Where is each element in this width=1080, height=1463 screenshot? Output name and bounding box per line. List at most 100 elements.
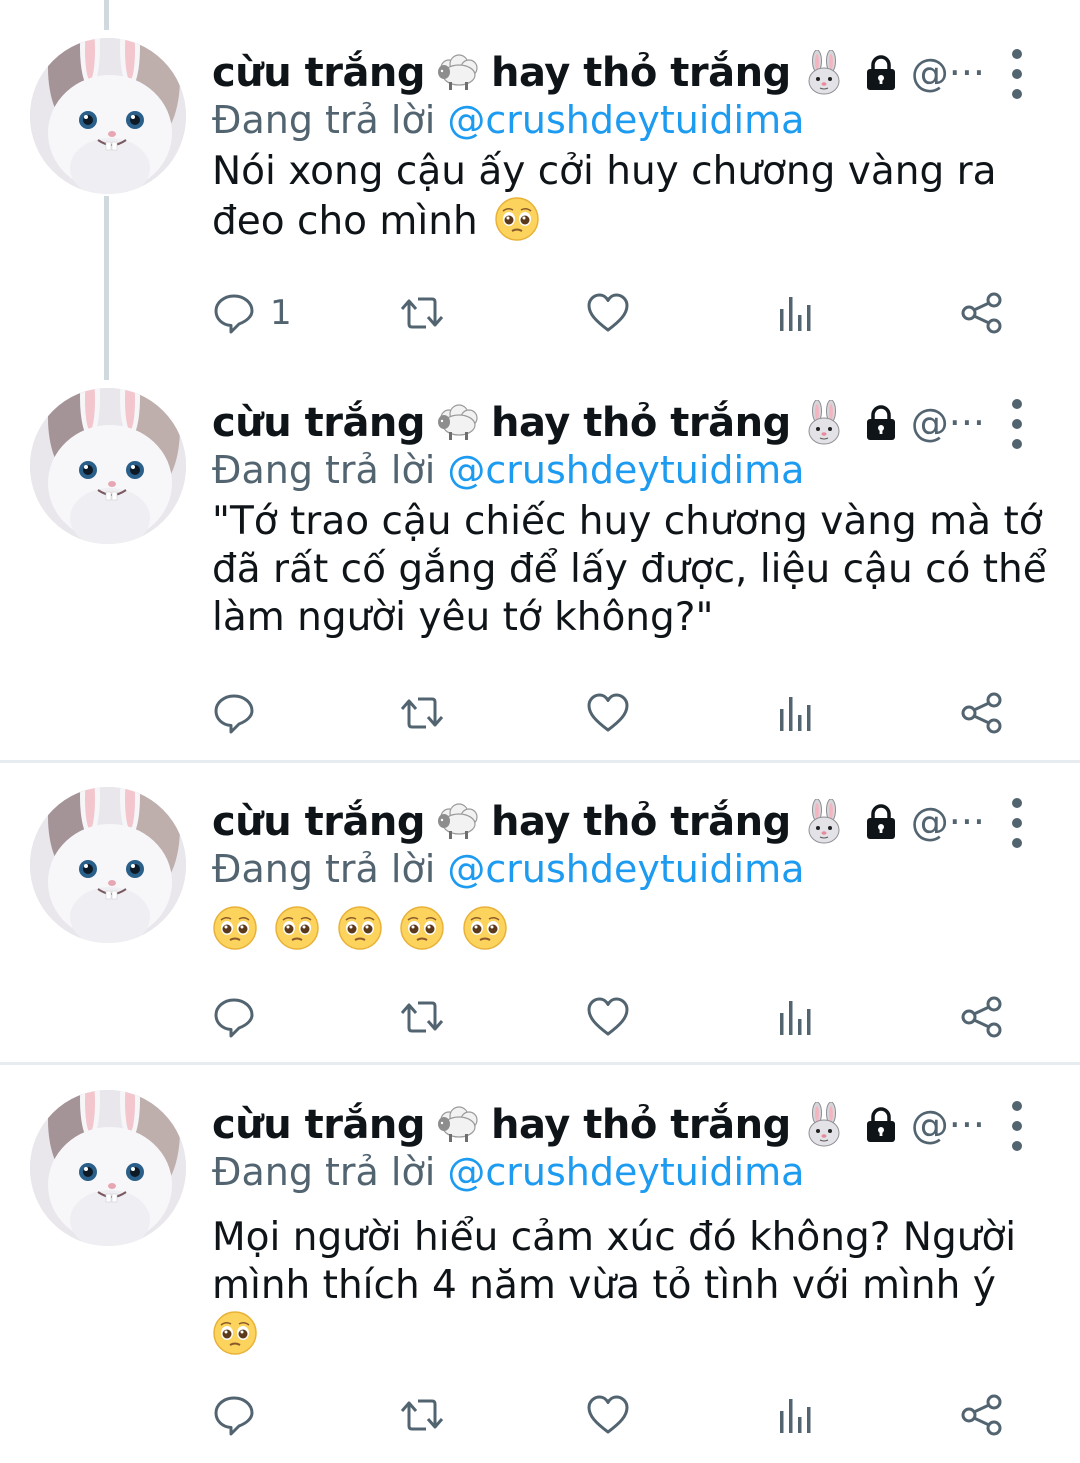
mention-link[interactable]: @crushdeytuidima [447, 1150, 804, 1194]
display-name-part-1: cừu trắng [212, 400, 426, 446]
views-button[interactable] [774, 688, 818, 738]
tweet-divider [0, 1062, 1080, 1065]
action-bar: 1 [212, 288, 1012, 338]
author-row[interactable]: cừu trắng hay thỏ trắng @··· [212, 791, 1062, 853]
more-options-icon[interactable] [1005, 1096, 1029, 1156]
heart-icon [586, 691, 630, 735]
share-button[interactable] [960, 992, 1004, 1042]
display-name-part-1: cừu trắng [212, 50, 426, 96]
display-name-part-1: cừu trắng [212, 1102, 426, 1148]
analytics-icon [774, 995, 818, 1039]
reply-button[interactable] [212, 1390, 256, 1440]
retweet-button[interactable] [400, 992, 444, 1042]
rabbit-emoji-icon [801, 799, 847, 845]
mention-link[interactable]: @crushdeytuidima [447, 448, 804, 492]
reply-icon [212, 1393, 256, 1437]
avatar[interactable] [30, 1090, 186, 1246]
views-button[interactable] [774, 992, 818, 1042]
share-icon [960, 691, 1004, 735]
display-name-part-2: hay thỏ trắng [491, 1102, 791, 1148]
tweet-1[interactable]: cừu trắng hay thỏ trắng @··· Đang trả lờ… [0, 38, 1080, 338]
tweet-text: "Tớ trao cậu chiếc huy chương vàng mà tớ… [212, 498, 1052, 642]
share-button[interactable] [960, 288, 1004, 338]
reply-icon [212, 291, 256, 335]
rabbit-emoji-icon [801, 50, 847, 96]
more-options-icon[interactable] [1005, 394, 1029, 454]
display-name-part-2: hay thỏ trắng [491, 799, 791, 845]
heart-icon [586, 291, 630, 335]
lock-icon [861, 53, 901, 93]
reply-button[interactable]: 1 [212, 288, 292, 338]
mention-link[interactable]: @crushdeytuidima [447, 98, 804, 142]
heart-icon [586, 995, 630, 1039]
action-bar [212, 688, 1012, 738]
pleading-face-emoji-icon [494, 196, 540, 242]
tweet-text-content: Nói xong cậu ấy cởi huy chương vàng ra đ… [212, 149, 997, 244]
author-row[interactable]: cừu trắng hay thỏ trắng @··· [212, 1094, 1062, 1156]
retweet-button[interactable] [400, 288, 444, 338]
like-button[interactable] [586, 1390, 630, 1440]
display-name-part-2: hay thỏ trắng [491, 400, 791, 446]
replying-label: Đang trả lời [212, 847, 436, 891]
tweet-text-content: Mọi người hiểu cảm xúc đó không? Người m… [212, 1215, 1017, 1308]
views-button[interactable] [774, 288, 818, 338]
pleading-face-emoji-icon [274, 905, 320, 951]
lock-icon [861, 802, 901, 842]
more-options-icon[interactable] [1005, 793, 1029, 853]
author-row[interactable]: cừu trắng hay thỏ trắng @··· [212, 392, 1062, 454]
retweet-icon [400, 291, 444, 335]
pleading-face-emoji-icon [337, 905, 383, 951]
pleading-face-emoji-icon [212, 905, 258, 951]
replying-label: Đang trả lời [212, 1150, 436, 1194]
author-handle: @··· [910, 1103, 985, 1147]
retweet-button[interactable] [400, 1390, 444, 1440]
avatar[interactable] [30, 787, 186, 943]
display-name-part-1: cừu trắng [212, 799, 426, 845]
like-button[interactable] [586, 688, 630, 738]
more-options-icon[interactable] [1005, 44, 1029, 104]
reply-button[interactable] [212, 688, 256, 738]
share-icon [960, 291, 1004, 335]
tweet-text [212, 905, 1052, 955]
tweet-divider [0, 760, 1080, 763]
action-bar [212, 992, 1012, 1042]
author-row[interactable]: cừu trắng hay thỏ trắng @··· [212, 42, 1062, 104]
replying-label: Đang trả lời [212, 98, 436, 142]
reply-count: 1 [270, 293, 292, 333]
action-bar [212, 1390, 1012, 1440]
heart-icon [586, 1393, 630, 1437]
display-name-part-2: hay thỏ trắng [491, 50, 791, 96]
sheep-emoji-icon [435, 799, 481, 845]
tweet-text-content: "Tớ trao cậu chiếc huy chương vàng mà tớ… [212, 499, 1047, 640]
retweet-icon [400, 995, 444, 1039]
thread-line-top [104, 0, 109, 30]
share-button[interactable] [960, 1390, 1004, 1440]
author-handle: @··· [910, 51, 985, 95]
avatar[interactable] [30, 38, 186, 194]
like-button[interactable] [586, 288, 630, 338]
reply-icon [212, 691, 256, 735]
pleading-face-emoji-icon [212, 1310, 258, 1356]
reply-button[interactable] [212, 992, 256, 1042]
pleading-face-emoji-icon [462, 905, 508, 951]
sheep-emoji-icon [435, 1102, 481, 1148]
tweet-2[interactable]: cừu trắng hay thỏ trắng @··· Đang trả lờ… [0, 388, 1080, 748]
lock-icon [861, 1105, 901, 1145]
tweet-text: Nói xong cậu ấy cởi huy chương vàng ra đ… [212, 148, 1052, 246]
avatar[interactable] [30, 388, 186, 544]
author-handle: @··· [910, 401, 985, 445]
mention-link[interactable]: @crushdeytuidima [447, 847, 804, 891]
replying-to-row: Đang trả lời @crushdeytuidima [212, 1150, 804, 1194]
sheep-emoji-icon [435, 400, 481, 446]
tweet-3[interactable]: cừu trắng hay thỏ trắng @··· Đang trả lờ… [0, 787, 1080, 1047]
tweet-4[interactable]: cừu trắng hay thỏ trắng @··· Đang trả lờ… [0, 1090, 1080, 1463]
replying-to-row: Đang trả lời @crushdeytuidima [212, 847, 804, 891]
like-button[interactable] [586, 992, 630, 1042]
views-button[interactable] [774, 1390, 818, 1440]
retweet-icon [400, 691, 444, 735]
analytics-icon [774, 291, 818, 335]
replying-label: Đang trả lời [212, 448, 436, 492]
share-icon [960, 1393, 1004, 1437]
retweet-button[interactable] [400, 688, 444, 738]
share-button[interactable] [960, 688, 1004, 738]
